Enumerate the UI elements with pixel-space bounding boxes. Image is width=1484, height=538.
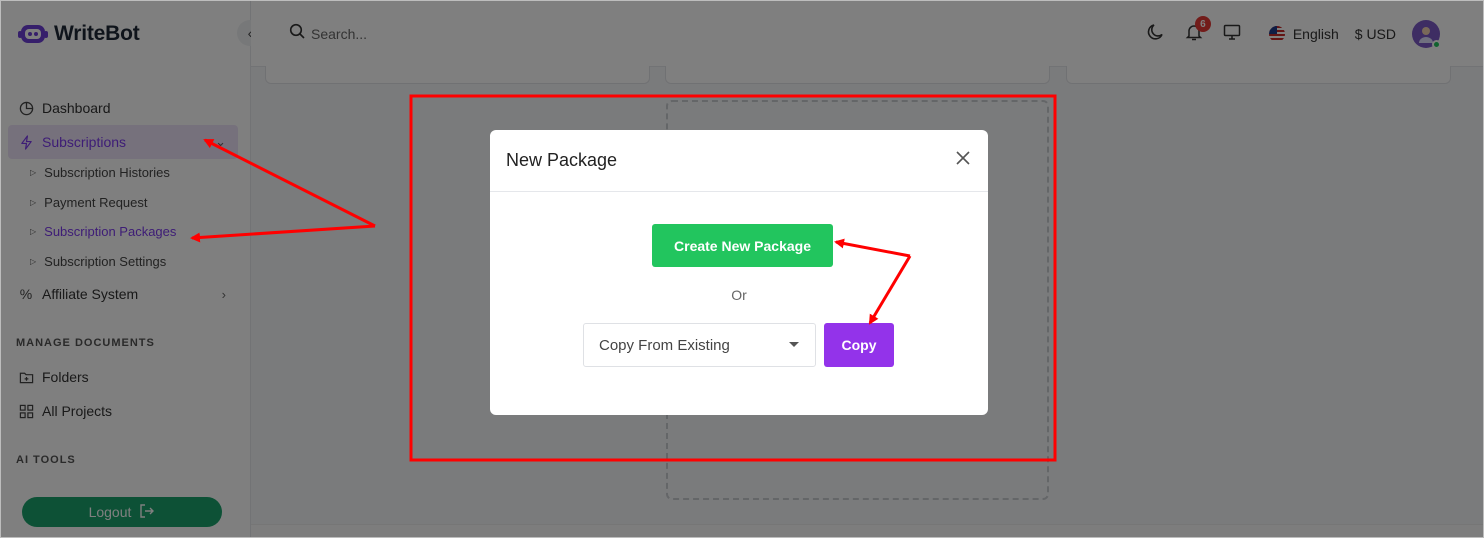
copy-from-existing-select[interactable]: Copy From Existing xyxy=(583,323,816,367)
caret-down-icon xyxy=(789,342,799,347)
close-button[interactable] xyxy=(952,149,974,171)
modal-header: New Package xyxy=(490,130,988,192)
new-package-modal: New Package Create New Package Or Copy F… xyxy=(490,130,988,415)
modal-title: New Package xyxy=(506,150,618,170)
close-icon xyxy=(955,150,971,171)
create-new-package-button[interactable]: Create New Package xyxy=(652,224,833,267)
copy-button[interactable]: Copy xyxy=(824,323,894,367)
select-value: Copy From Existing xyxy=(599,336,730,354)
or-separator: Or xyxy=(731,287,747,303)
